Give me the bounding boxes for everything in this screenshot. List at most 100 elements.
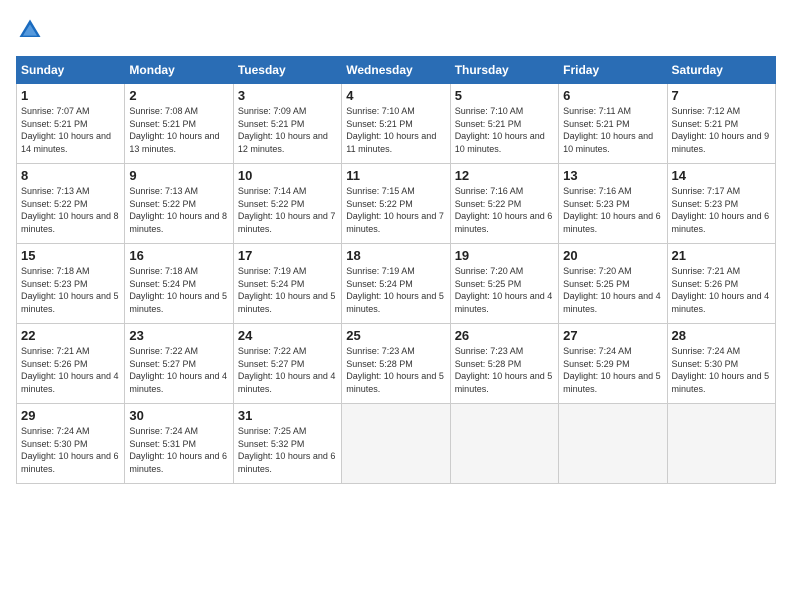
day-number: 18 [346,248,445,263]
day-number: 20 [563,248,662,263]
day-info: Sunrise: 7:19 AMSunset: 5:24 PMDaylight:… [346,265,445,315]
day-number: 2 [129,88,228,103]
day-info: Sunrise: 7:22 AMSunset: 5:27 PMDaylight:… [129,345,228,395]
day-number: 4 [346,88,445,103]
day-cell: 25Sunrise: 7:23 AMSunset: 5:28 PMDayligh… [342,324,450,404]
week-row-2: 8 Sunrise: 7:13 AMSunset: 5:22 PMDaylight… [17,164,776,244]
day-number: 17 [238,248,337,263]
day-cell: 21 Sunrise: 7:21 AMSunset: 5:26 PMDayligh… [667,244,775,324]
day-number: 28 [672,328,771,343]
day-info: Sunrise: 7:24 AMSunset: 5:29 PMDaylight:… [563,345,662,395]
day-info: Sunrise: 7:24 AMSunset: 5:30 PMDaylight:… [672,345,771,395]
day-number: 21 [672,248,771,263]
day-cell [342,404,450,484]
day-cell: 13 Sunrise: 7:16 AMSunset: 5:23 PMDayligh… [559,164,667,244]
day-cell: 27 Sunrise: 7:24 AMSunset: 5:29 PMDayligh… [559,324,667,404]
logo [16,16,48,44]
day-info: Sunrise: 7:17 AMSunset: 5:23 PMDaylight:… [672,185,771,235]
day-info: Sunrise: 7:21 AMSunset: 5:26 PMDaylight:… [672,265,771,315]
day-number: 9 [129,168,228,183]
day-info: Sunrise: 7:18 AMSunset: 5:23 PMDaylight:… [21,265,120,315]
week-row-4: 22 Sunrise: 7:21 AMSunset: 5:26 PMDayligh… [17,324,776,404]
day-number: 15 [21,248,120,263]
day-cell: 12 Sunrise: 7:16 AMSunset: 5:22 PMDayligh… [450,164,558,244]
header-wednesday: Wednesday [342,57,450,84]
day-cell: 14 Sunrise: 7:17 AMSunset: 5:23 PMDayligh… [667,164,775,244]
day-number: 14 [672,168,771,183]
day-cell: 26Sunrise: 7:23 AMSunset: 5:28 PMDayligh… [450,324,558,404]
day-number: 11 [346,168,445,183]
day-cell [667,404,775,484]
day-cell: 17 Sunrise: 7:19 AMSunset: 5:24 PMDayligh… [233,244,341,324]
day-cell: 31Sunrise: 7:25 AMSunset: 5:32 PMDayligh… [233,404,341,484]
day-number: 22 [21,328,120,343]
header-friday: Friday [559,57,667,84]
calendar-table: SundayMondayTuesdayWednesdayThursdayFrid… [16,56,776,484]
day-cell: 5 Sunrise: 7:10 AMSunset: 5:21 PMDaylight… [450,84,558,164]
day-number: 23 [129,328,228,343]
day-info: Sunrise: 7:12 AMSunset: 5:21 PMDaylight:… [672,105,771,155]
day-info: Sunrise: 7:23 AMSunset: 5:28 PMDaylight:… [455,345,554,395]
logo-icon [16,16,44,44]
day-number: 7 [672,88,771,103]
day-number: 5 [455,88,554,103]
week-row-3: 15 Sunrise: 7:18 AMSunset: 5:23 PMDayligh… [17,244,776,324]
day-cell [559,404,667,484]
day-info: Sunrise: 7:25 AMSunset: 5:32 PMDaylight:… [238,425,337,475]
day-number: 12 [455,168,554,183]
day-cell: 4 Sunrise: 7:10 AMSunset: 5:21 PMDaylight… [342,84,450,164]
day-cell: 10 Sunrise: 7:14 AMSunset: 5:22 PMDayligh… [233,164,341,244]
header-saturday: Saturday [667,57,775,84]
day-cell: 23 Sunrise: 7:22 AMSunset: 5:27 PMDayligh… [125,324,233,404]
page-header [16,16,776,44]
header-thursday: Thursday [450,57,558,84]
day-cell: 6 Sunrise: 7:11 AMSunset: 5:21 PMDaylight… [559,84,667,164]
day-cell: 3 Sunrise: 7:09 AMSunset: 5:21 PMDaylight… [233,84,341,164]
week-row-5: 29 Sunrise: 7:24 AMSunset: 5:30 PMDayligh… [17,404,776,484]
day-cell: 8 Sunrise: 7:13 AMSunset: 5:22 PMDaylight… [17,164,125,244]
day-info: Sunrise: 7:13 AMSunset: 5:22 PMDaylight:… [21,185,120,235]
day-info: Sunrise: 7:15 AMSunset: 5:22 PMDaylight:… [346,185,445,235]
day-info: Sunrise: 7:16 AMSunset: 5:23 PMDaylight:… [563,185,662,235]
day-info: Sunrise: 7:13 AMSunset: 5:22 PMDaylight:… [129,185,228,235]
day-cell: 20 Sunrise: 7:20 AMSunset: 5:25 PMDayligh… [559,244,667,324]
day-cell: 9 Sunrise: 7:13 AMSunset: 5:22 PMDaylight… [125,164,233,244]
day-info: Sunrise: 7:19 AMSunset: 5:24 PMDaylight:… [238,265,337,315]
day-info: Sunrise: 7:10 AMSunset: 5:21 PMDaylight:… [455,105,554,155]
day-number: 10 [238,168,337,183]
day-number: 29 [21,408,120,423]
day-info: Sunrise: 7:16 AMSunset: 5:22 PMDaylight:… [455,185,554,235]
day-info: Sunrise: 7:24 AMSunset: 5:30 PMDaylight:… [21,425,120,475]
day-info: Sunrise: 7:08 AMSunset: 5:21 PMDaylight:… [129,105,228,155]
day-info: Sunrise: 7:21 AMSunset: 5:26 PMDaylight:… [21,345,120,395]
day-cell: 11 Sunrise: 7:15 AMSunset: 5:22 PMDayligh… [342,164,450,244]
day-number: 24 [238,328,337,343]
day-cell: 16Sunrise: 7:18 AMSunset: 5:24 PMDayligh… [125,244,233,324]
day-number: 3 [238,88,337,103]
day-info: Sunrise: 7:20 AMSunset: 5:25 PMDaylight:… [563,265,662,315]
day-cell: 18 Sunrise: 7:19 AMSunset: 5:24 PMDayligh… [342,244,450,324]
day-info: Sunrise: 7:22 AMSunset: 5:27 PMDaylight:… [238,345,337,395]
day-cell [450,404,558,484]
day-number: 27 [563,328,662,343]
day-number: 1 [21,88,120,103]
header-monday: Monday [125,57,233,84]
header-sunday: Sunday [17,57,125,84]
day-cell: 28 Sunrise: 7:24 AMSunset: 5:30 PMDayligh… [667,324,775,404]
day-info: Sunrise: 7:23 AMSunset: 5:28 PMDaylight:… [346,345,445,395]
day-cell: 15 Sunrise: 7:18 AMSunset: 5:23 PMDayligh… [17,244,125,324]
day-info: Sunrise: 7:24 AMSunset: 5:31 PMDaylight:… [129,425,228,475]
day-cell: 2 Sunrise: 7:08 AMSunset: 5:21 PMDaylight… [125,84,233,164]
day-info: Sunrise: 7:10 AMSunset: 5:21 PMDaylight:… [346,105,445,155]
day-info: Sunrise: 7:11 AMSunset: 5:21 PMDaylight:… [563,105,662,155]
day-info: Sunrise: 7:09 AMSunset: 5:21 PMDaylight:… [238,105,337,155]
day-cell: 24 Sunrise: 7:22 AMSunset: 5:27 PMDayligh… [233,324,341,404]
day-info: Sunrise: 7:14 AMSunset: 5:22 PMDaylight:… [238,185,337,235]
day-number: 13 [563,168,662,183]
day-number: 19 [455,248,554,263]
day-cell: 1Sunrise: 7:07 AMSunset: 5:21 PMDaylight… [17,84,125,164]
header-tuesday: Tuesday [233,57,341,84]
day-number: 6 [563,88,662,103]
day-number: 8 [21,168,120,183]
day-cell: 22 Sunrise: 7:21 AMSunset: 5:26 PMDayligh… [17,324,125,404]
